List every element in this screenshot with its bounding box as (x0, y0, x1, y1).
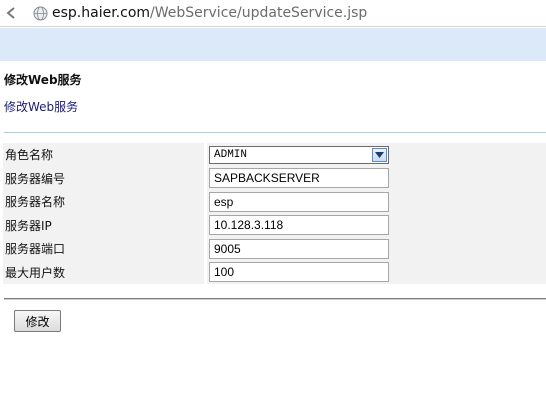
globe-icon (33, 6, 48, 21)
form-row-max-users: 最大用户数 (3, 260, 546, 284)
form-divider (4, 298, 546, 300)
server-code-input[interactable] (209, 168, 389, 189)
server-port-label: 服务器端口 (3, 237, 204, 261)
modify-button[interactable]: 修改 (14, 310, 61, 332)
address-bar: esp.haier.com/WebService/updateService.j… (0, 0, 546, 27)
server-ip-input[interactable] (209, 215, 389, 236)
server-name-label: 服务器名称 (3, 190, 204, 214)
role-label: 角色名称 (3, 143, 204, 167)
back-arrow-icon[interactable] (4, 6, 18, 20)
form-row-role: 角色名称 ADMIN (3, 143, 546, 167)
server-port-input[interactable] (209, 238, 389, 259)
server-code-label: 服务器编号 (3, 166, 204, 190)
url-path: /WebService/updateService.jsp (150, 5, 368, 21)
form-row-server-name: 服务器名称 (3, 190, 546, 214)
max-users-label: 最大用户数 (3, 260, 204, 284)
form-row-server-port: 服务器端口 (3, 237, 546, 261)
max-users-input[interactable] (209, 262, 389, 283)
form-row-server-code: 服务器编号 (3, 166, 546, 190)
server-name-input[interactable] (209, 191, 389, 212)
dropdown-arrow-icon[interactable] (372, 147, 387, 162)
title-divider (4, 132, 546, 133)
role-select[interactable]: ADMIN (209, 145, 389, 164)
page-title: 修改Web服务 (4, 73, 82, 87)
role-select-value: ADMIN (214, 148, 248, 161)
form-row-server-ip: 服务器IP (3, 213, 546, 237)
url-field[interactable]: esp.haier.com/WebService/updateService.j… (52, 5, 367, 21)
url-host: esp.haier.com (52, 5, 151, 21)
page-banner (0, 28, 546, 61)
page-subtitle: 修改Web服务 (4, 100, 79, 114)
service-form: 角色名称 ADMIN 服务器编号 服务器名称 服务器IP 服务器端口 (3, 143, 546, 284)
server-ip-label: 服务器IP (3, 213, 204, 237)
